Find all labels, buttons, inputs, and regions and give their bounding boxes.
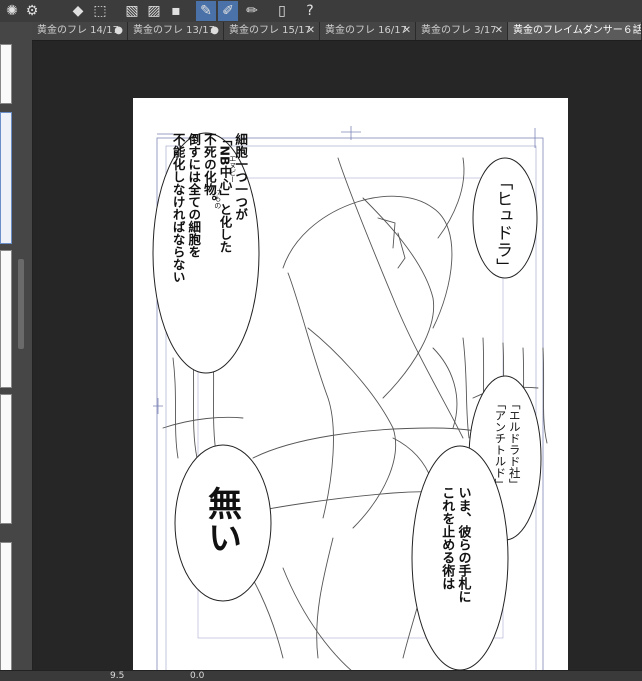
bubble-text-nai: 無い [201, 486, 242, 554]
pen2-icon[interactable]: ✐ [218, 1, 238, 21]
page-thumbnail-selected[interactable] [0, 112, 12, 244]
help-icon[interactable]: ? [300, 1, 320, 21]
document-tab-bar: 黄金のフレ 14/17 ● 黄金のフレ 13/17 ● 黄金のフレ 15/17 ✕ 黄… [32, 22, 642, 41]
layer-icon[interactable]: ▪ [166, 1, 186, 21]
pencil-icon[interactable]: ✏ [242, 1, 262, 21]
bubble-text-hydra: 「ヒュドラ」 [492, 173, 513, 275]
close-icon[interactable]: ✕ [403, 22, 411, 40]
bubble-text-trump: いま、彼らの手札に これを止める術は [439, 486, 471, 603]
ruler-icon[interactable]: ▧ [122, 1, 142, 21]
pen-icon[interactable]: ✎ [196, 1, 216, 21]
device-icon[interactable]: ▯ [272, 1, 292, 21]
transform-icon[interactable]: ⬚ [90, 1, 110, 21]
furigana-nb: エヌビー [228, 155, 237, 183]
fill-icon[interactable]: ◆ [68, 1, 88, 21]
main-toolbar: ✺ ⚙ ◆ ⬚ ▧ ▨ ▪ ✎ ✐ ✏ ▯? [0, 0, 642, 23]
ruler2-icon[interactable]: ▨ [144, 1, 164, 21]
document-tab[interactable]: 黄金のフレ 16/17 ✕ [320, 22, 416, 40]
settings-icon[interactable]: ⚙ [22, 1, 42, 21]
furigana-kemono: けもの [213, 188, 222, 209]
modified-dot-icon: ● [210, 25, 219, 36]
page-thumbnail[interactable] [0, 250, 12, 388]
status-bar: 9.5 0.0 [0, 670, 642, 681]
document-tab[interactable]: 黄金のフレ 15/17 ✕ [224, 22, 320, 40]
page-thumbnail[interactable] [0, 394, 12, 524]
page-thumbnail[interactable] [0, 542, 12, 672]
page-thumbnail[interactable] [0, 44, 12, 104]
page-thumbnail-panel [0, 22, 33, 672]
modified-dot-icon: ● [114, 25, 123, 36]
close-icon[interactable]: ✕ [307, 22, 315, 40]
document-tab-active[interactable]: 黄金のフレイムダンサー６話 6/17 [508, 22, 642, 40]
manuscript-page[interactable]: 「ヒュドラ」 細胞一つ一つが 「NB中心」と化した 不死の化物。 倒すには全ての… [133, 98, 568, 680]
document-tab[interactable]: 黄金のフレ 14/17 ● [32, 22, 128, 40]
close-icon[interactable]: ✕ [495, 22, 503, 40]
bubble-text-eldorado: 「エルドラド社」 「アンチトルド」 [493, 398, 522, 490]
document-tab[interactable]: 黄金のフレ 13/17 ● [128, 22, 224, 40]
panel-scrollbar[interactable] [18, 259, 24, 349]
sparkle-icon[interactable]: ✺ [2, 1, 22, 21]
document-tab[interactable]: 黄金のフレ 3/17 ✕ [416, 22, 508, 40]
